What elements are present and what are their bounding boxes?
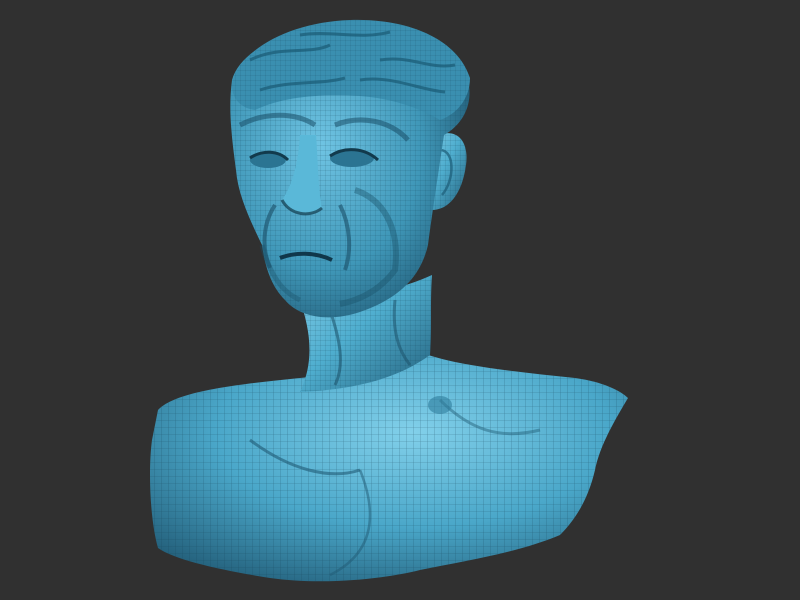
head-mesh[interactable] [230,19,470,318]
3d-viewport[interactable] [0,0,800,600]
sculpt-canvas[interactable] [0,0,800,600]
torso-mesh[interactable] [150,352,628,582]
